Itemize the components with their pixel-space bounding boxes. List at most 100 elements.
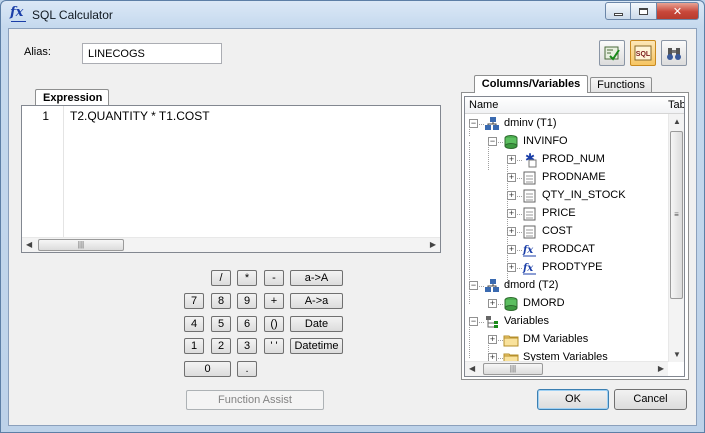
- function-assist-button[interactable]: Function Assist: [186, 390, 324, 410]
- collapse-icon[interactable]: −: [469, 119, 478, 128]
- tree-item[interactable]: + COST: [465, 223, 665, 241]
- tab-expression[interactable]: Expression: [35, 89, 109, 106]
- plus-button[interactable]: +: [264, 293, 284, 309]
- tree-item[interactable]: + PRODNAME: [465, 169, 665, 187]
- expand-icon[interactable]: +: [507, 191, 516, 200]
- tree-item-label: PROD_NUM: [542, 153, 605, 165]
- tree-scroll-thumb[interactable]: ≡: [670, 131, 683, 299]
- datetime-button[interactable]: Datetime: [290, 338, 343, 354]
- svg-text:fx: fx: [522, 245, 534, 256]
- ok-button[interactable]: OK: [537, 389, 609, 410]
- expand-icon[interactable]: +: [507, 263, 516, 272]
- title-bar[interactable]: fx SQL Calculator ✕: [1, 1, 704, 29]
- expression-text[interactable]: T2.QUANTITY * T1.COST: [70, 109, 210, 123]
- cancel-button[interactable]: Cancel: [614, 389, 687, 410]
- digit-2-button[interactable]: 2: [211, 338, 231, 354]
- tree-item[interactable]: − dminv (T1): [465, 115, 665, 133]
- decimal-point-button[interactable]: .: [237, 361, 257, 377]
- expand-icon[interactable]: +: [488, 299, 497, 308]
- divide-button[interactable]: /: [211, 270, 231, 286]
- maximize-icon: [639, 7, 648, 15]
- tree-item-label: QTY_IN_STOCK: [542, 189, 626, 201]
- tree-header: Name Tab: [465, 97, 684, 114]
- quotes-button[interactable]: ' ': [264, 338, 284, 354]
- line-number: 1: [22, 106, 64, 238]
- tree-item[interactable]: + QTY_IN_STOCK: [465, 187, 665, 205]
- tree-item[interactable]: − dmord (T2): [465, 277, 665, 295]
- column-icon: [522, 188, 538, 204]
- tree-item[interactable]: − Variables: [465, 313, 665, 331]
- expand-icon[interactable]: +: [507, 155, 516, 164]
- digit-7-button[interactable]: 7: [184, 293, 204, 309]
- tree-item-label: DM Variables: [523, 333, 589, 345]
- scroll-right-icon[interactable]: ▶: [430, 240, 436, 249]
- digit-4-button[interactable]: 4: [184, 316, 204, 332]
- tree-scroll-right-icon[interactable]: ▶: [658, 364, 664, 373]
- digit-1-button[interactable]: 1: [184, 338, 204, 354]
- column-header-table[interactable]: Tab: [668, 99, 684, 111]
- digit-0-button[interactable]: 0: [184, 361, 231, 377]
- tree-horizontal-scrollbar[interactable]: ◀ ||| ▶: [465, 361, 668, 376]
- minimize-icon: [613, 12, 623, 16]
- expression-editor[interactable]: 1 T2.QUANTITY * T1.COST ◀ ||| ▶: [21, 105, 441, 253]
- collapse-icon[interactable]: −: [488, 137, 497, 146]
- validate-icon: [604, 46, 620, 61]
- parentheses-button[interactable]: (): [264, 316, 284, 332]
- fx-app-icon: fx: [10, 6, 26, 23]
- editor-horizontal-scrollbar[interactable]: ◀ ||| ▶: [22, 237, 440, 252]
- lowercase-to-uppercase-button[interactable]: a->A: [290, 270, 343, 286]
- column-icon: [522, 224, 538, 240]
- scroll-left-icon[interactable]: ◀: [26, 240, 32, 249]
- maximize-button[interactable]: [631, 2, 657, 20]
- tree-scroll-left-icon[interactable]: ◀: [469, 364, 475, 373]
- tree-item-label: PRODNAME: [542, 171, 606, 183]
- close-button[interactable]: ✕: [657, 2, 699, 20]
- column-header-name[interactable]: Name: [469, 99, 498, 111]
- table-source-icon: [484, 116, 500, 132]
- expand-icon[interactable]: +: [507, 173, 516, 182]
- uppercase-to-lowercase-button[interactable]: A->a: [290, 293, 343, 309]
- validate-button[interactable]: [599, 40, 625, 66]
- tree-item[interactable]: + fx PRODCAT: [465, 241, 665, 259]
- tab-functions[interactable]: Functions: [590, 77, 652, 93]
- expand-icon[interactable]: +: [507, 245, 516, 254]
- find-button[interactable]: [661, 40, 687, 66]
- collapse-icon[interactable]: −: [469, 281, 478, 290]
- expand-icon[interactable]: +: [488, 335, 497, 344]
- tree-item[interactable]: + fx PRODTYPE: [465, 259, 665, 277]
- variables-icon: [484, 314, 500, 330]
- digit-6-button[interactable]: 6: [237, 316, 257, 332]
- digit-5-button[interactable]: 5: [211, 316, 231, 332]
- tree-item[interactable]: + PRICE: [465, 205, 665, 223]
- multiply-button[interactable]: *: [237, 270, 257, 286]
- tree-item[interactable]: + ✱ PROD_NUM: [465, 151, 665, 169]
- scroll-thumb[interactable]: |||: [38, 239, 124, 251]
- tree-item[interactable]: − INVINFO: [465, 133, 665, 151]
- minus-button[interactable]: -: [264, 270, 284, 286]
- expand-icon[interactable]: +: [507, 209, 516, 218]
- tree-hscroll-thumb[interactable]: |||: [483, 363, 543, 375]
- scroll-down-icon[interactable]: ▼: [673, 350, 681, 359]
- tree-item[interactable]: + DMORD: [465, 295, 665, 313]
- tab-columns-variables[interactable]: Columns/Variables: [474, 75, 588, 93]
- collapse-icon[interactable]: −: [469, 317, 478, 326]
- tree-item-label: DMORD: [523, 297, 565, 309]
- scroll-up-icon[interactable]: ▲: [673, 117, 681, 126]
- digit-9-button[interactable]: 9: [237, 293, 257, 309]
- tree-item-label: INVINFO: [523, 135, 568, 147]
- formula-column-icon: fx: [522, 242, 538, 258]
- folder-icon: [503, 332, 519, 348]
- alias-label: Alias:: [24, 46, 51, 58]
- minimize-button[interactable]: [605, 2, 631, 20]
- tree-item[interactable]: + DM Variables: [465, 331, 665, 349]
- tree-vertical-scrollbar[interactable]: ▲ ≡ ▼: [668, 114, 684, 362]
- columns-tree[interactable]: Name Tab − dminv (T1) − INVINFO + ✱ PROD_NUM + P…: [464, 96, 685, 377]
- sql-button[interactable]: SQL: [630, 40, 656, 66]
- digit-8-button[interactable]: 8: [211, 293, 231, 309]
- date-button[interactable]: Date: [290, 316, 343, 332]
- tree-item-label: dminv (T1): [504, 117, 557, 129]
- expand-icon[interactable]: +: [507, 227, 516, 236]
- binoculars-icon: [667, 48, 681, 60]
- alias-input[interactable]: [82, 43, 222, 64]
- digit-3-button[interactable]: 3: [237, 338, 257, 354]
